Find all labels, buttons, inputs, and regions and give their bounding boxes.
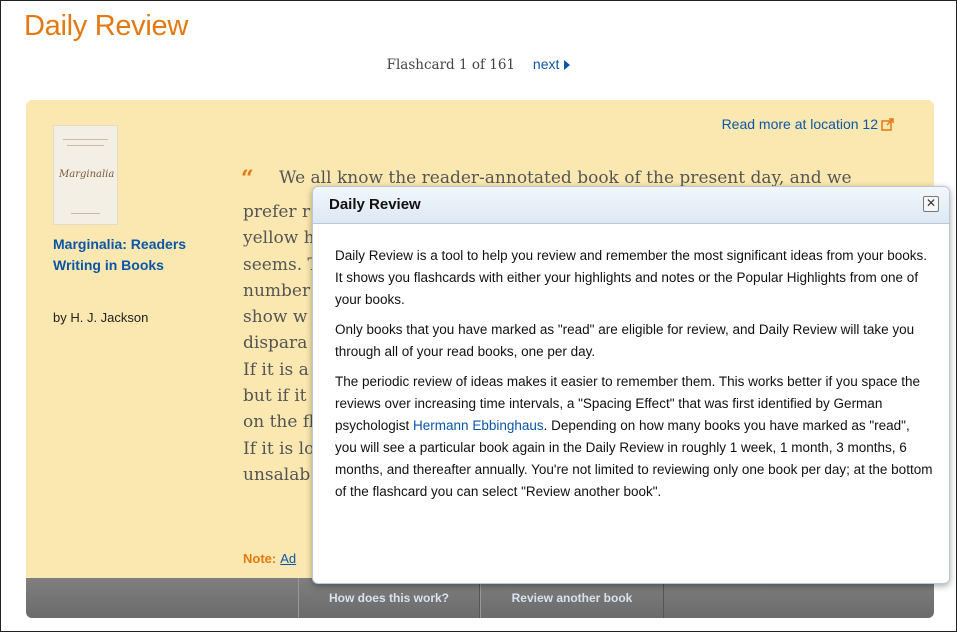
next-label: next	[532, 56, 560, 72]
read-more-label: Read more at location 12	[721, 116, 878, 132]
flashcard-navigation: Flashcard 1 of 161 next	[0, 56, 957, 73]
flashcard-footer: How does this work? Review another book	[26, 578, 934, 618]
book-title-link[interactable]: Marginalia: Readers Writing in Books	[53, 234, 213, 276]
external-link-icon	[881, 118, 894, 131]
book-author: by H. J. Jackson	[53, 310, 149, 325]
dialog-header: Daily Review ✕	[313, 187, 949, 224]
dialog-title: Daily Review	[329, 196, 421, 213]
add-note-link[interactable]: Ad	[280, 551, 296, 566]
ebbinghaus-link[interactable]: Hermann Ebbinghaus	[413, 418, 544, 433]
dialog-paragraph: Daily Review is a tool to help you revie…	[335, 248, 928, 307]
quote-mark-icon: “	[241, 166, 254, 192]
dialog-body: Daily Review is a tool to help you revie…	[335, 245, 935, 511]
next-arrow-icon	[564, 60, 571, 70]
cover-decoration	[67, 145, 104, 146]
highlight-first-line: We all know the reader-annotated book of…	[279, 168, 852, 188]
note-label: Note:	[243, 551, 277, 566]
book-cover[interactable]: Marginalia	[53, 125, 118, 225]
page-title: Daily Review	[24, 10, 188, 42]
how-does-this-work-button[interactable]: How does this work?	[298, 578, 480, 618]
daily-review-dialog: Daily Review ✕ Daily Review is a tool to…	[312, 186, 950, 584]
read-more-link[interactable]: Read more at location 12	[722, 116, 894, 132]
cover-decoration	[63, 139, 108, 140]
flashcard-counter: Flashcard 1 of 161	[386, 57, 516, 73]
cover-title: Marginalia	[59, 169, 115, 180]
review-another-book-button[interactable]: Review another book	[480, 578, 664, 618]
note-row: Note: Ad	[243, 551, 313, 566]
close-icon[interactable]: ✕	[923, 196, 939, 212]
next-link[interactable]: next	[532, 56, 571, 72]
dialog-paragraph: Only books that you have marked as "read…	[335, 322, 915, 359]
cover-decoration	[71, 213, 100, 214]
dialog-paragraph: The periodic review of ideas makes it ea…	[335, 371, 935, 503]
